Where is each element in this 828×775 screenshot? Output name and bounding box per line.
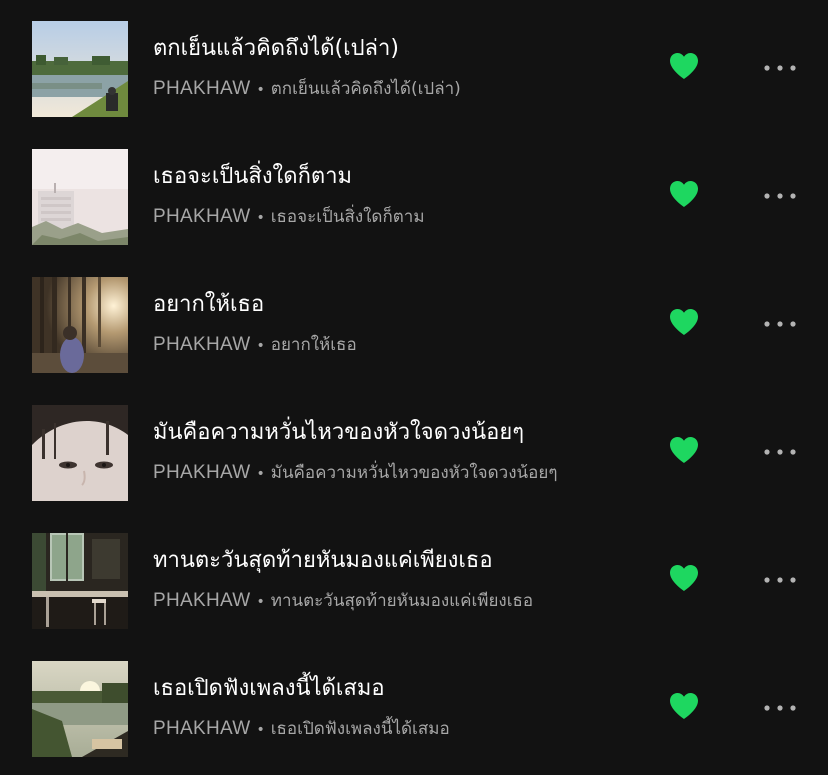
track-title[interactable]: เธอเปิดฟังเพลงนี้ได้เสมอ (153, 674, 385, 704)
album-cover-image (32, 533, 128, 629)
track-artist[interactable]: PHAKHAW (153, 718, 250, 739)
more-options-icon[interactable] (760, 184, 800, 208)
heart-filled-icon[interactable] (668, 562, 700, 594)
track-artist[interactable]: PHAKHAW (153, 590, 250, 611)
track-row[interactable]: มันคือความหวั่นไหวของหัวใจดวงน้อยๆ PHAKH… (0, 384, 828, 512)
more-options-icon[interactable] (760, 568, 800, 592)
track-title[interactable]: ตกเย็นแล้วคิดถึงได้(เปล่า) (153, 34, 399, 64)
album-cover[interactable] (32, 405, 128, 501)
track-subtitle: PHAKHAW • เธอจะเป็นสิ่งใดก็ตาม (153, 205, 425, 230)
track-album[interactable]: อยากให้เธอ (271, 335, 357, 355)
separator-dot: • (256, 82, 265, 98)
track-row[interactable]: ทานตะวันสุดท้ายหันมองแค่เพียงเธอ PHAKHAW… (0, 512, 828, 640)
track-title[interactable]: มันคือความหวั่นไหวของหัวใจดวงน้อยๆ (153, 418, 524, 448)
separator-dot: • (256, 722, 265, 738)
track-subtitle: PHAKHAW • เธอเปิดฟังเพลงนี้ได้เสมอ (153, 717, 450, 742)
heart-filled-icon[interactable] (668, 690, 700, 722)
track-album[interactable]: ตกเย็นแล้วคิดถึงได้(เปล่า) (271, 79, 461, 99)
separator-dot: • (256, 594, 265, 610)
separator-dot: • (256, 338, 265, 354)
track-artist[interactable]: PHAKHAW (153, 78, 250, 99)
more-options-icon[interactable] (760, 312, 800, 336)
album-cover-image (32, 661, 128, 757)
separator-dot: • (256, 466, 265, 482)
heart-filled-icon[interactable] (668, 306, 700, 338)
album-cover[interactable] (32, 149, 128, 245)
track-album[interactable]: เธอจะเป็นสิ่งใดก็ตาม (271, 207, 425, 227)
album-cover[interactable] (32, 661, 128, 757)
track-row[interactable]: เธอจะเป็นสิ่งใดก็ตาม PHAKHAW • เธอจะเป็นสิ… (0, 128, 828, 256)
heart-filled-icon[interactable] (668, 50, 700, 82)
track-album[interactable]: เธอเปิดฟังเพลงนี้ได้เสมอ (271, 719, 450, 739)
more-options-icon[interactable] (760, 440, 800, 464)
album-cover-image (32, 277, 128, 373)
album-cover-image (32, 21, 128, 117)
album-cover-image (32, 405, 128, 501)
track-subtitle: PHAKHAW • ตกเย็นแล้วคิดถึงได้(เปล่า) (153, 77, 461, 102)
more-options-icon[interactable] (760, 696, 800, 720)
more-options-icon[interactable] (760, 56, 800, 80)
album-cover[interactable] (32, 277, 128, 373)
track-list: ตกเย็นแล้วคิดถึงได้(เปล่า) PHAKHAW • ตกเย็… (0, 0, 828, 775)
track-row[interactable]: ตกเย็นแล้วคิดถึงได้(เปล่า) PHAKHAW • ตกเย็… (0, 0, 828, 128)
separator-dot: • (256, 210, 265, 226)
track-title[interactable]: อยากให้เธอ (153, 290, 264, 320)
album-cover[interactable] (32, 21, 128, 117)
album-cover-image (32, 149, 128, 245)
track-artist[interactable]: PHAKHAW (153, 206, 250, 227)
track-artist[interactable]: PHAKHAW (153, 462, 250, 483)
track-album[interactable]: ทานตะวันสุดท้ายหันมองแค่เพียงเธอ (271, 591, 533, 611)
track-artist[interactable]: PHAKHAW (153, 334, 250, 355)
track-row[interactable]: อยากให้เธอ PHAKHAW • อยากให้เธอ (0, 256, 828, 384)
heart-filled-icon[interactable] (668, 178, 700, 210)
track-album[interactable]: มันคือความหวั่นไหวของหัวใจดวงน้อยๆ (271, 463, 558, 483)
heart-filled-icon[interactable] (668, 434, 700, 466)
track-subtitle: PHAKHAW • อยากให้เธอ (153, 333, 357, 358)
track-subtitle: PHAKHAW • ทานตะวันสุดท้ายหันมองแค่เพียงเธอ (153, 589, 533, 614)
track-title[interactable]: เธอจะเป็นสิ่งใดก็ตาม (153, 162, 352, 192)
track-subtitle: PHAKHAW • มันคือความหวั่นไหวของหัวใจดวงน้อ… (153, 461, 557, 486)
track-title[interactable]: ทานตะวันสุดท้ายหันมองแค่เพียงเธอ (153, 546, 493, 576)
track-row[interactable]: เธอเปิดฟังเพลงนี้ได้เสมอ PHAKHAW • เธอเปิด… (0, 640, 828, 768)
album-cover[interactable] (32, 533, 128, 629)
